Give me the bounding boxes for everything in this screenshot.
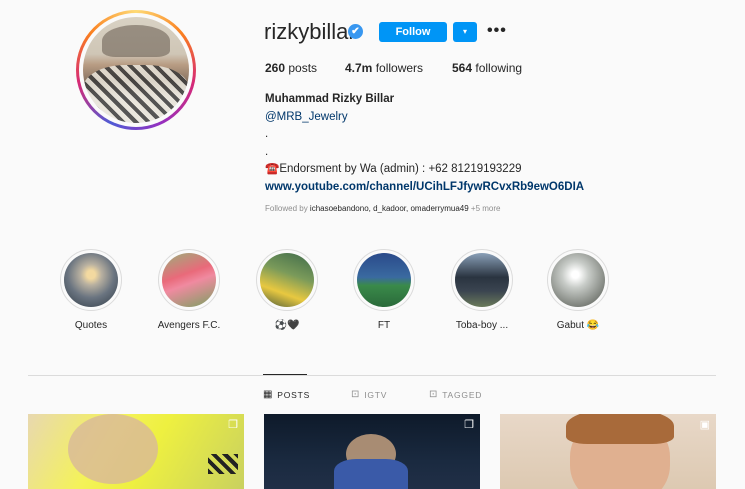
- tab-label: IGTV: [364, 389, 388, 400]
- posts-stat: 260 posts: [265, 61, 317, 75]
- suggestions-dropdown-button[interactable]: ▾: [453, 22, 477, 42]
- followed-by-more: +5 more: [468, 204, 501, 213]
- highlight-cover: [455, 253, 509, 307]
- highlight-gabut[interactable]: Gabut 😂: [538, 249, 618, 331]
- highlight-ring: [451, 249, 513, 311]
- post-subject-body: [334, 459, 408, 489]
- profile-avatar[interactable]: [76, 10, 196, 130]
- highlight-toba-boy[interactable]: Toba-boy ...: [442, 249, 522, 331]
- following-stat[interactable]: 564 following: [452, 61, 522, 75]
- highlight-label: ⚽🖤: [274, 320, 300, 331]
- highlight-cover: [162, 253, 216, 307]
- highlight-ring: [547, 249, 609, 311]
- more-options-icon[interactable]: •••: [487, 22, 507, 42]
- post-subject: [68, 414, 158, 484]
- posts-label: posts: [288, 61, 318, 75]
- highlight-ring: [158, 249, 220, 311]
- profile-full-name: Muhammad Rizky Billar: [265, 93, 395, 105]
- avatar-hair: [102, 25, 170, 58]
- bio-website-link[interactable]: www.youtube.com/channel/UCihLFJfywRCvxRb…: [265, 179, 584, 197]
- avatar-image: [83, 17, 189, 123]
- bio-line-dot: .: [265, 128, 269, 140]
- posts-count: 260: [265, 61, 286, 75]
- following-count: 564: [452, 61, 473, 75]
- following-label: following: [475, 61, 523, 75]
- followed-by-names: ichasoebandono, d_kadoor, omaderrymua49: [309, 204, 469, 213]
- followed-by-prefix: Followed by: [265, 204, 310, 213]
- grid-icon: ▦: [263, 389, 274, 400]
- post-thumbnail[interactable]: ❐: [28, 414, 244, 489]
- tab-label: TAGGED: [442, 389, 483, 400]
- followers-count: 4.7m: [345, 61, 373, 75]
- highlight-ft[interactable]: FT: [344, 249, 424, 331]
- highlight-cover: [357, 253, 411, 307]
- highlight-ring: [353, 249, 415, 311]
- post-pattern: [208, 454, 238, 474]
- highlight-cover: [260, 253, 314, 307]
- highlight-cover: [551, 253, 605, 307]
- tabs-divider: [28, 375, 716, 376]
- post-thumbnail[interactable]: ▣: [500, 414, 716, 489]
- avatar-scarf: [83, 64, 189, 123]
- followers-label: followers: [375, 61, 424, 75]
- post-thumbnail[interactable]: ❐: [264, 414, 480, 489]
- tag-icon: ⊡: [429, 389, 439, 400]
- carousel-icon: ❐: [464, 419, 474, 431]
- profile-username: rizkybillar: [264, 19, 356, 44]
- carousel-icon: ❐: [228, 419, 238, 431]
- tab-posts[interactable]: ▦ POSTS: [263, 389, 310, 400]
- tab-igtv[interactable]: ⊡ IGTV: [351, 389, 387, 400]
- highlight-label: Avengers F.C.: [157, 320, 221, 331]
- followers-stat[interactable]: 4.7m followers: [345, 61, 423, 75]
- highlight-label: Gabut 😂: [556, 320, 600, 331]
- profile-bio: Muhammad Rizky Billar @MRB_Jewelry . . ☎…: [265, 91, 584, 196]
- highlight-ring: [60, 249, 122, 311]
- bio-mention-link[interactable]: @MRB_Jewelry: [265, 109, 584, 127]
- highlight-football[interactable]: ⚽🖤: [247, 249, 327, 331]
- highlight-ring: [256, 249, 318, 311]
- highlight-cover: [64, 253, 118, 307]
- tab-tagged[interactable]: ⊡ TAGGED: [429, 389, 482, 400]
- avatar-frame: [79, 13, 193, 127]
- highlight-label: Quotes: [74, 320, 108, 331]
- highlight-quotes[interactable]: Quotes: [51, 249, 131, 331]
- tab-label: POSTS: [277, 389, 311, 400]
- video-icon: ▣: [699, 419, 710, 431]
- highlight-label: Toba-boy ...: [455, 320, 509, 331]
- highlight-avengers[interactable]: Avengers F.C.: [149, 249, 229, 331]
- bio-line-dot: .: [265, 145, 269, 158]
- followed-by[interactable]: Followed by ichasoebandono, d_kadoor, om…: [265, 204, 501, 213]
- post-subject-hair: [566, 414, 674, 444]
- follow-button[interactable]: Follow: [379, 22, 447, 42]
- igtv-icon: ⊡: [351, 389, 361, 400]
- bio-contact: ☎️Endorsment by Wa (admin) : +62 8121919…: [265, 163, 522, 175]
- active-tab-indicator: [263, 374, 307, 375]
- verified-badge-icon: ✔: [348, 24, 363, 39]
- highlight-label: FT: [377, 320, 391, 331]
